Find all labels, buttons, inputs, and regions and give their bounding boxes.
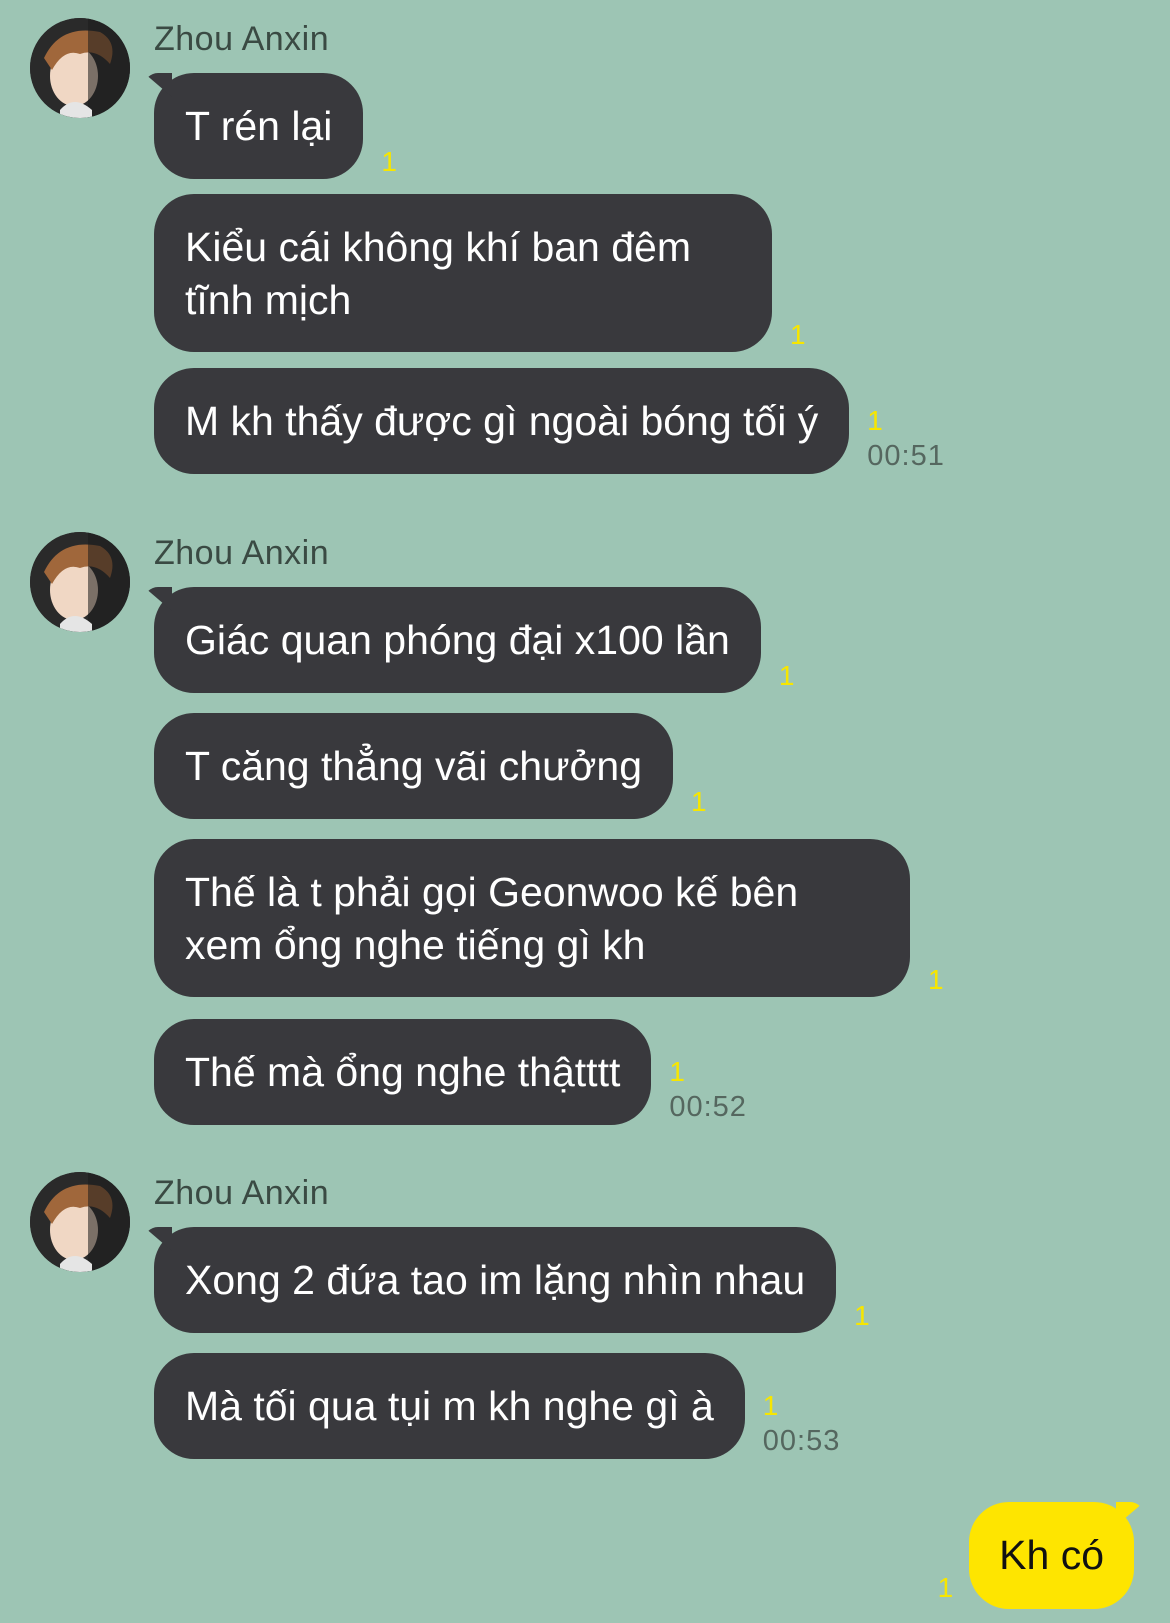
message-text: Thế mà ổng nghe thậtttt [185, 1049, 621, 1095]
chat-area[interactable]: Zhou Anxin T rén lại 1 Kiểu cái không kh… [0, 0, 1170, 1623]
timestamp: 00:52 [669, 1091, 747, 1123]
timestamp: 00:53 [762, 1425, 841, 1457]
message-row: T rén lại 1 [154, 73, 397, 179]
message-bubble[interactable]: Mà tối qua tụi m kh nghe gì à [154, 1353, 745, 1459]
unread-count: 1 [937, 1572, 954, 1603]
message-bubble[interactable]: T căng thẳng vãi chưởng [154, 713, 674, 819]
message-meta: 1 [790, 318, 806, 352]
message-meta: 1 [691, 785, 707, 819]
avatar[interactable] [30, 532, 130, 632]
message-text: Kh có [999, 1532, 1104, 1578]
avatar[interactable] [30, 1172, 130, 1272]
message-bubble[interactable]: Kiểu cái không khí ban đêm tĩnh mịch [154, 194, 772, 352]
outgoing-message-bubble[interactable]: Kh có [969, 1502, 1134, 1609]
message-text: M kh thấy được gì ngoài bóng tối ý [185, 398, 819, 444]
unread-count: 1 [928, 964, 944, 995]
message-meta: 1 [779, 659, 795, 693]
message-bubble[interactable]: T rén lại [154, 73, 364, 179]
timestamp: 00:51 [867, 440, 945, 472]
profile-photo-icon [30, 1172, 130, 1272]
unread-count: 1 [381, 146, 397, 177]
message-bubble[interactable]: Thế mà ổng nghe thậtttt [154, 1019, 652, 1125]
message-text: T căng thẳng vãi chưởng [185, 743, 643, 789]
message-meta: 1 [938, 1571, 954, 1609]
unread-count: 1 [762, 1390, 779, 1421]
message-row: Kiểu cái không khí ban đêm tĩnh mịch 1 [154, 194, 806, 352]
message-text: Thế là t phải gọi Geonwoo kế bên xem ổng… [185, 869, 799, 968]
message-row: Mà tối qua tụi m kh nghe gì à 1 00:53 [154, 1353, 840, 1459]
message-meta: 1 [381, 145, 397, 179]
message-bubble[interactable]: M kh thấy được gì ngoài bóng tối ý [154, 368, 850, 474]
message-text: Kiểu cái không khí ban đêm tĩnh mịch [185, 224, 691, 323]
outgoing-message-row: 1 Kh có [938, 1502, 1134, 1609]
message-row: Giác quan phóng đại x100 lần 1 [154, 587, 794, 693]
unread-count: 1 [867, 405, 883, 436]
message-meta: 1 [928, 963, 944, 997]
message-row: M kh thấy được gì ngoài bóng tối ý 1 00:… [154, 368, 945, 474]
message-text: T rén lại [185, 103, 333, 149]
message-row: T căng thẳng vãi chưởng 1 [154, 713, 707, 819]
avatar[interactable] [30, 18, 130, 118]
unread-count: 1 [854, 1300, 870, 1331]
message-meta: 1 00:52 [669, 1055, 747, 1125]
sender-name: Zhou Anxin [154, 20, 330, 58]
message-bubble[interactable]: Xong 2 đứa tao im lặng nhìn nhau [154, 1227, 837, 1333]
message-bubble[interactable]: Giác quan phóng đại x100 lần [154, 587, 761, 693]
message-row: Xong 2 đứa tao im lặng nhìn nhau 1 [154, 1227, 870, 1333]
unread-count: 1 [669, 1056, 685, 1087]
unread-count: 1 [778, 660, 795, 691]
message-meta: 1 00:53 [763, 1389, 841, 1459]
unread-count: 1 [691, 786, 707, 817]
message-text: Mà tối qua tụi m kh nghe gì à [185, 1383, 714, 1429]
message-meta: 1 [854, 1299, 870, 1333]
unread-count: 1 [790, 319, 806, 350]
sender-name: Zhou Anxin [154, 1174, 330, 1212]
message-row: Thế mà ổng nghe thậtttt 1 00:52 [154, 1019, 747, 1125]
message-text: Xong 2 đứa tao im lặng nhìn nhau [185, 1257, 806, 1303]
message-meta: 1 00:51 [867, 404, 945, 474]
message-bubble[interactable]: Thế là t phải gọi Geonwoo kế bên xem ổng… [154, 839, 910, 997]
profile-photo-icon [30, 532, 130, 632]
profile-photo-icon [30, 18, 130, 118]
sender-name: Zhou Anxin [154, 534, 330, 572]
message-text: Giác quan phóng đại x100 lần [185, 617, 730, 663]
message-row: Thế là t phải gọi Geonwoo kế bên xem ổng… [154, 839, 944, 997]
